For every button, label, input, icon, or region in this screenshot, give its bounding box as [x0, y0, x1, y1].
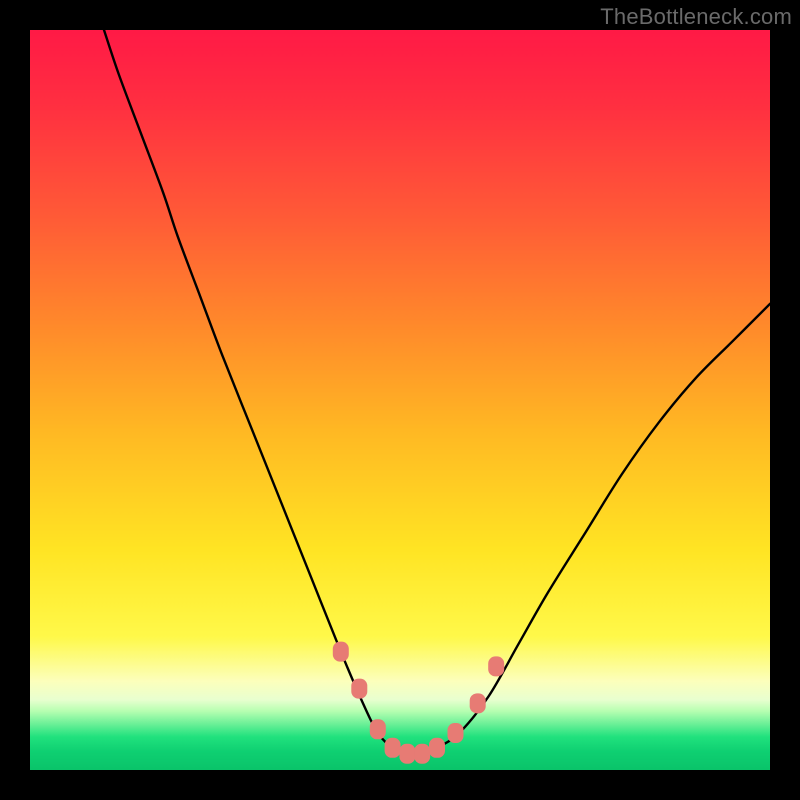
curve-marker [429, 738, 445, 758]
curve-marker [333, 642, 349, 662]
watermark-text: TheBottleneck.com [600, 4, 792, 30]
plot-area [30, 30, 770, 770]
curve-marker [488, 656, 504, 676]
curve-marker [414, 744, 430, 764]
curve-marker [448, 723, 464, 743]
curve-layer [30, 30, 770, 770]
curve-marker [385, 738, 401, 758]
curve-marker [370, 719, 386, 739]
curve-marker [351, 679, 367, 699]
bottleneck-curve [104, 30, 770, 756]
curve-marker [470, 693, 486, 713]
curve-marker [399, 744, 415, 764]
chart-frame: TheBottleneck.com [0, 0, 800, 800]
